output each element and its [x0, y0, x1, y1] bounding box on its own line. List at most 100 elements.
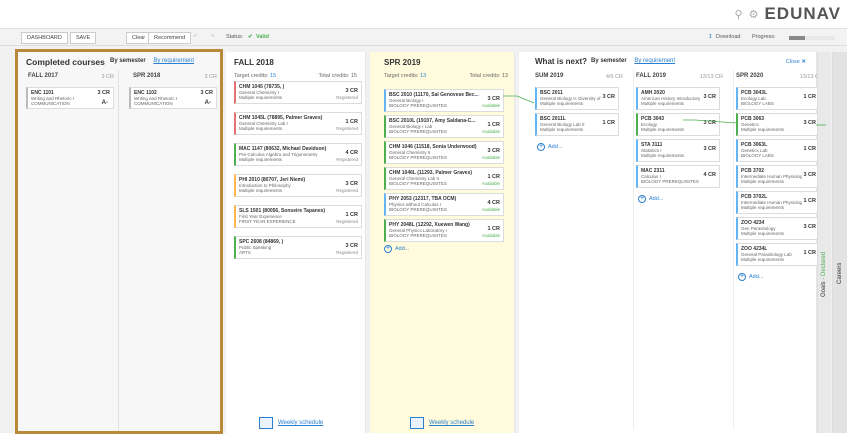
gear-icon[interactable]: ⚙ — [749, 8, 759, 21]
add-course-button[interactable]: + Add... — [537, 143, 562, 151]
search-icon[interactable]: ⚲ — [735, 8, 743, 21]
add-course-button[interactable]: + Add... — [638, 195, 663, 203]
course-card[interactable]: PCB 3063 Genetics Multiple requirements 3 C… — [736, 113, 820, 136]
add-course-button[interactable]: + Add... — [384, 245, 409, 253]
course-credits: 3 CR — [345, 181, 358, 187]
course-card[interactable]: PCB 3043L Ecology Lab BIOLOGY LABS 1 CR — [736, 87, 820, 110]
course-requirement: BIOLOGY PREREQUISITES — [389, 103, 447, 108]
tab-by-semester[interactable]: By semester — [110, 58, 146, 64]
total-credits: Total credits: 13 — [469, 73, 508, 79]
course-requirement: Multiple requirements — [540, 101, 584, 106]
undo-icon[interactable]: ↶ — [193, 34, 198, 40]
course-card[interactable]: BSC 2010L (19107, Amy Saldana-C... Genera… — [384, 115, 504, 138]
goals-tab[interactable]: Goals · Declared — [817, 52, 831, 433]
course-card[interactable]: ENC 1102 Writing and Rhetoric I COMMUNIC… — [129, 87, 217, 109]
course-credits: 3 CR — [803, 172, 816, 178]
course-requirement: Multiple requirements — [540, 127, 584, 132]
progress-label: Progress: — [752, 34, 776, 40]
course-credits: 3 CR — [345, 243, 358, 249]
weekly-schedule-link[interactable]: Weekly schedule — [259, 417, 323, 429]
add-label: Add... — [548, 144, 563, 150]
course-card[interactable]: ZOO 4234 Gen Parasitology Multiple require… — [736, 217, 820, 240]
course-requirement: Multiple requirements — [239, 126, 283, 131]
semester-sum-2019: SUM 2019 4/6 CR BSC 2011 General Biology II… — [533, 70, 625, 430]
tab-by-semester[interactable]: By semester — [591, 58, 627, 64]
course-card[interactable]: PCB 3702 Intermediate Human Physiology Mul… — [736, 165, 820, 188]
course-card[interactable]: BSC 2010 (11170, Sal Genovese Bec... Gene… — [384, 89, 504, 112]
add-course-button[interactable]: + Add... — [738, 273, 763, 281]
course-credits: 1 CR — [803, 198, 816, 204]
course-credits: 1 CR — [487, 174, 500, 180]
course-card[interactable]: PHY 2048L (12292, Xuewen Wang) General Ph… — [384, 219, 504, 242]
course-credits: 1 CR — [345, 119, 358, 125]
add-label: Add... — [749, 274, 764, 280]
semester-name: SPR 2018 — [133, 73, 161, 79]
course-requirement: Multiple requirements — [741, 257, 785, 262]
download-link[interactable]: Download — [716, 34, 740, 40]
course-card[interactable]: MAC 1147 (80632, Michael Davidson) Pre-Ca… — [234, 143, 362, 166]
course-card[interactable]: MAC 2311 Calculus I BIOLOGY PREREQUISITES 4… — [636, 165, 720, 188]
course-requirement: Multiple requirements — [239, 188, 283, 193]
brand-area: ⚲ ⚙ EDUNAV — [735, 4, 841, 24]
course-card[interactable]: ZOO 4234L General Parasitology Lab Multipl… — [736, 243, 820, 266]
course-requirement: Multiple requirements — [741, 179, 785, 184]
course-card[interactable]: CHM 1046 (11518, Sonia Underwood) General… — [384, 141, 504, 164]
top-bar: ⚲ ⚙ EDUNAV — [0, 0, 847, 28]
tab-by-requirement[interactable]: By requirement — [153, 58, 194, 64]
course-card[interactable]: PCB 3063L Genetics Lab BIOLOGY LABS 1 CR — [736, 139, 820, 162]
course-status: Registered — [336, 157, 358, 162]
course-card[interactable]: CHM 1045 (78735, ) General Chemistry I Mul… — [234, 81, 362, 104]
plus-icon: + — [738, 273, 746, 281]
brand-logo: EDUNAV — [764, 4, 841, 23]
completed-courses-panel: Completed courses By semester By require… — [18, 52, 221, 433]
weekly-schedule-link[interactable]: Weekly schedule — [410, 417, 474, 429]
course-requirement: Multiple requirements — [641, 153, 685, 158]
course-card[interactable]: PHY 2053 (12317, TBA OCM) Physics without… — [384, 193, 504, 216]
semester-column-fall-2018: FALL 2018 Target credits: 15 Total credi… — [226, 52, 366, 433]
course-credits: 1 CR — [487, 122, 500, 128]
goals-label: Goals · Declared — [821, 251, 827, 297]
dashboard-button[interactable]: DASHBOARD — [21, 32, 68, 44]
close-next-button[interactable]: Close ✕ — [786, 59, 806, 65]
semester-fall-2019: FALL 2019 13/13 CR AMH 2020 American Histor… — [633, 70, 725, 430]
what-is-next-panel: What is next? By semester By requirement… — [519, 52, 823, 433]
progress-fill — [789, 36, 806, 40]
course-card[interactable]: STA 3111 Statistics I Multiple requirement… — [636, 139, 720, 162]
recommend-button[interactable]: Recommend — [148, 32, 192, 44]
next-title: What is next? — [535, 57, 588, 66]
download-icon[interactable]: ↧ — [708, 34, 713, 40]
course-requirement: BIOLOGY PREREQUISITES — [389, 181, 447, 186]
course-card[interactable]: CHM 1045L (78895, Palmer Graves) General … — [234, 112, 362, 135]
course-requirement: COMMUNICATION — [31, 101, 70, 106]
course-status: Registered — [336, 126, 358, 131]
semester-spr-2020: SPR 2020 13/13 CR PCB 3043L Ecology Lab BIOL… — [733, 70, 825, 430]
course-card[interactable]: PCB 3702L Intermediate Human Physiolog...… — [736, 191, 820, 214]
course-card[interactable]: CHM 1046L (11293, Palmer Graves) General … — [384, 167, 504, 190]
semester-column-spr-2019: SPR 2019 Target credits: 13 Total credit… — [370, 52, 515, 433]
course-card[interactable]: BSC 2011L General Biology Lab II Multiple … — [535, 113, 619, 136]
save-button[interactable]: SAVE — [70, 32, 97, 44]
course-status: Available — [481, 155, 500, 160]
course-card[interactable]: SPC 2608 (84869, ) Public Speaking ARTS 3 C… — [234, 236, 362, 259]
course-credits: 4 CR — [703, 172, 716, 178]
course-card[interactable]: ENC 1101 Writing and Rhetoric I COMMUNIC… — [26, 87, 114, 109]
course-requirement: Multiple requirements — [741, 231, 785, 236]
semester-title: SPR 2019 — [384, 58, 421, 67]
course-credits: 3 CR — [602, 94, 615, 100]
tab-by-requirement[interactable]: By requirement — [634, 58, 675, 64]
course-credits: 4 CR — [487, 200, 500, 206]
course-card[interactable]: BSC 2011 General Biology II: Diversity of… — [535, 87, 619, 110]
course-status: Registered — [336, 219, 358, 224]
course-status: Registered — [336, 188, 358, 193]
course-card[interactable]: PCB 3043 Ecology Multiple requirements 3 CR — [636, 113, 720, 136]
careers-tab[interactable]: Careers — [832, 52, 847, 433]
course-status: Available — [481, 181, 500, 186]
course-card[interactable]: PHI 2010 (80707, Jeri Niemi) Introduction… — [234, 174, 362, 197]
add-label: Add... — [649, 196, 664, 202]
course-card[interactable]: AMH 2020 American History Introductory ..… — [636, 87, 720, 110]
course-credits: 4 CR — [345, 150, 358, 156]
course-status: Available — [481, 233, 500, 238]
semester-credits: 13/13 CR — [699, 74, 723, 80]
redo-icon[interactable]: ↷ — [210, 34, 215, 40]
course-card[interactable]: SLS 1501 (80056, Sonseire Tapanes) First … — [234, 205, 362, 228]
